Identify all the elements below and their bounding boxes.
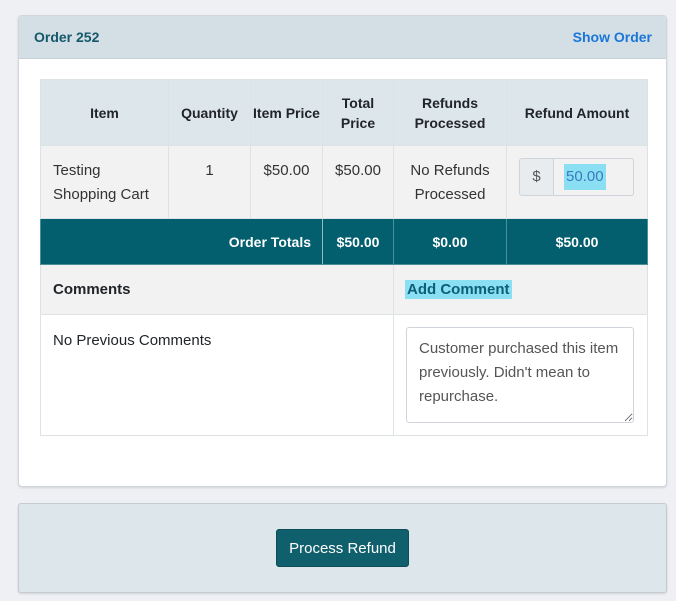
- item-name: Testing Shopping Cart: [40, 145, 169, 219]
- currency-addon: $: [519, 158, 554, 196]
- previous-comments-text: No Previous Comments: [53, 332, 212, 349]
- item-price: $50.00: [250, 145, 323, 219]
- order-table: Item Quantity Item Price Total Price Ref…: [40, 79, 648, 436]
- add-comment-link[interactable]: Add Comment: [405, 280, 512, 299]
- order-title: Order 252: [34, 29, 100, 45]
- previous-comments-cell: No Previous Comments: [40, 314, 394, 436]
- totals-refund-amount: $50.00: [506, 218, 648, 265]
- table-header-row: Item Quantity Item Price Total Price Ref…: [40, 79, 648, 146]
- comments-header-row: Comments Add Comment: [40, 264, 648, 315]
- header-quantity: Quantity: [168, 79, 251, 146]
- comments-title-cell: Comments: [40, 264, 394, 315]
- refund-amount-input[interactable]: 50.00: [554, 158, 634, 196]
- comments-title: Comments: [53, 281, 131, 298]
- comment-textarea[interactable]: Customer purchased this item previously.…: [406, 327, 634, 423]
- item-refunds-processed: No Refunds Processed: [393, 145, 507, 219]
- totals-label: Order Totals: [40, 218, 323, 265]
- refund-footer: Process Refund: [18, 503, 667, 593]
- totals-total-price: $50.00: [322, 218, 394, 265]
- header-refund-amount: Refund Amount: [506, 79, 648, 146]
- table-row: Testing Shopping Cart 1 $50.00 $50.00 No…: [40, 145, 648, 219]
- process-refund-button[interactable]: Process Refund: [276, 529, 409, 567]
- order-card: Order 252 Show Order Item Quantity Item …: [18, 15, 667, 487]
- totals-row: Order Totals $50.00 $0.00 $50.00: [40, 218, 648, 265]
- item-quantity: 1: [168, 145, 251, 219]
- item-total-price: $50.00: [322, 145, 394, 219]
- order-card-header: Order 252 Show Order: [19, 16, 666, 59]
- header-item: Item: [40, 79, 169, 146]
- header-refunds-processed: Refunds Processed: [393, 79, 507, 146]
- comments-body-row: No Previous Comments Customer purchased …: [40, 314, 648, 436]
- header-total-price: Total Price: [322, 79, 394, 146]
- show-order-link[interactable]: Show Order: [573, 29, 652, 45]
- refund-amount-value: 50.00: [564, 164, 606, 190]
- refund-amount-input-group: $ 50.00: [519, 158, 634, 196]
- new-comment-cell: Customer purchased this item previously.…: [393, 314, 648, 436]
- header-item-price: Item Price: [250, 79, 323, 146]
- add-comment-cell: Add Comment: [393, 264, 648, 315]
- refund-amount-cell: $ 50.00: [506, 145, 648, 219]
- totals-refunds-processed: $0.00: [393, 218, 507, 265]
